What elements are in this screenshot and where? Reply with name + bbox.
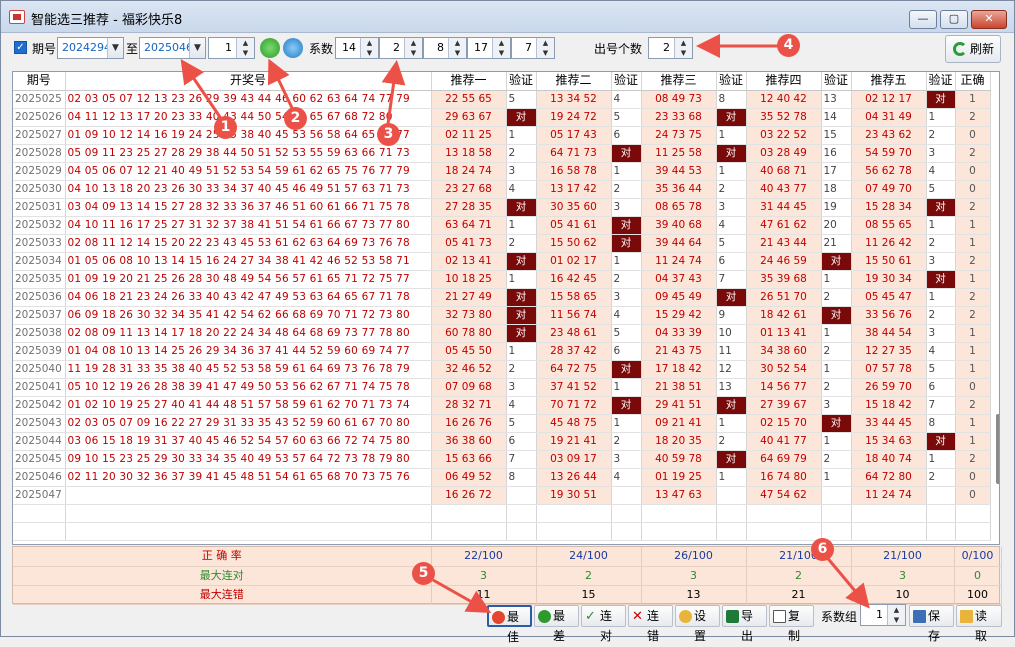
annotation-arrows xyxy=(180,34,870,613)
callout-arrow xyxy=(823,554,870,609)
callout-arrow xyxy=(267,58,295,111)
callout-badge: 1 xyxy=(214,116,237,139)
callout-badge: 2 xyxy=(284,107,307,130)
callout-arrow xyxy=(180,59,224,121)
callout-arrow xyxy=(432,578,492,613)
callout-badge: 3 xyxy=(377,123,400,146)
callout-badge: 4 xyxy=(777,34,800,57)
callout-arrow xyxy=(381,60,406,125)
callout-badge: 5 xyxy=(412,562,435,585)
callout-badge: 6 xyxy=(811,538,834,561)
